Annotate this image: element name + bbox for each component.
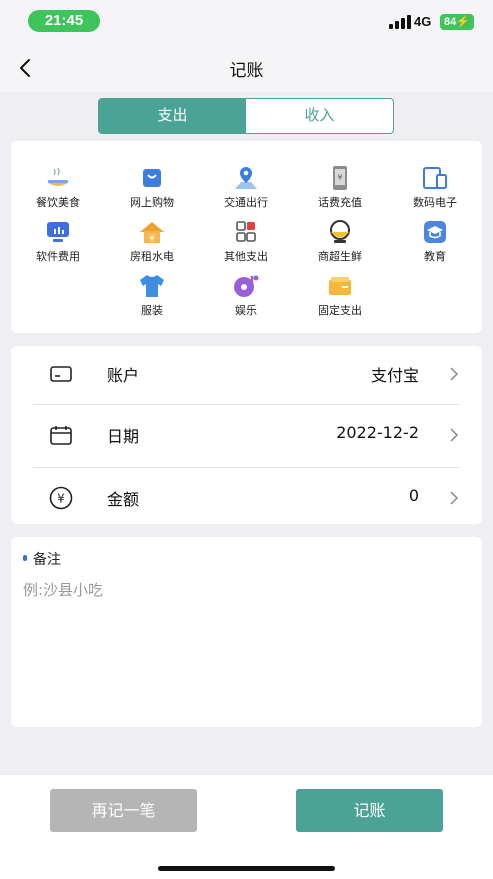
category-label: 其他支出 <box>224 250 268 263</box>
music-disc-icon <box>234 275 259 297</box>
category-label: 固定支出 <box>318 304 362 317</box>
category-label: 服装 <box>141 304 163 317</box>
battery-level: 84 <box>444 16 457 28</box>
category-label: 房租水电 <box>130 250 174 263</box>
grid-icon <box>236 221 256 242</box>
devices-icon <box>423 167 447 189</box>
category-label: 娱乐 <box>235 304 257 317</box>
category-label: 话费充值 <box>318 196 362 209</box>
category-education[interactable]: 教育 <box>395 219 475 264</box>
status-time: 21:45 <box>28 10 100 32</box>
graduation-cap-icon <box>424 221 446 243</box>
chevron-right-icon <box>450 428 459 442</box>
record-again-button[interactable]: 再记一笔 <box>50 789 197 832</box>
category-clothing[interactable]: 服装 <box>112 273 192 318</box>
home-indicator <box>158 866 335 871</box>
page-title: 记账 <box>229 61 264 81</box>
dining-icon <box>47 167 69 186</box>
divider <box>33 404 459 405</box>
status-bar: 21:45 4G 84⚡ <box>0 0 493 44</box>
network-label: 4G <box>414 14 432 29</box>
groceries-icon <box>330 220 350 243</box>
date-row[interactable]: 日期 2022-12-2 <box>11 407 482 465</box>
category-shopping[interactable]: 网上购物 <box>112 165 192 210</box>
category-entertainment[interactable]: 娱乐 <box>206 273 286 318</box>
category-label: 数码电子 <box>413 196 457 209</box>
date-label: 日期 <box>107 427 140 446</box>
account-row[interactable]: 账户 支付宝 <box>11 346 482 404</box>
bottom-action-bar: 再记一笔 记账 <box>0 775 493 879</box>
category-dining[interactable]: 餐饮美食 <box>18 165 98 210</box>
phone-topup-icon: ¥ <box>333 166 347 190</box>
yuan-circle-icon: ¥ <box>49 486 73 510</box>
category-label: 交通出行 <box>224 196 268 209</box>
svg-text:¥: ¥ <box>57 492 65 506</box>
chevron-right-icon <box>450 367 459 381</box>
tab-income[interactable]: 收入 <box>246 99 393 133</box>
shopping-bag-icon <box>143 169 161 187</box>
nav-bar: 记账 <box>0 44 493 92</box>
account-value: 支付宝 <box>370 366 419 385</box>
category-digital[interactable]: 数码电子 <box>395 165 475 210</box>
calendar-icon <box>50 426 72 445</box>
account-label: 账户 <box>107 366 140 385</box>
category-other[interactable]: 其他支出 <box>206 219 286 264</box>
tshirt-icon <box>140 275 164 297</box>
note-marker <box>23 555 27 561</box>
category-groceries[interactable]: 商超生鲜 <box>300 219 380 264</box>
entry-form: 账户 支付宝 日期 2022-12-2 ¥ 金额 0 <box>11 346 482 524</box>
note-section: 备注 <box>11 537 482 727</box>
type-segmented-control: 支出 收入 <box>98 98 394 134</box>
signal-icon <box>389 15 413 29</box>
divider <box>33 467 459 468</box>
note-input[interactable] <box>23 579 463 709</box>
tab-expense[interactable]: 支出 <box>99 99 246 133</box>
category-label: 教育 <box>424 250 446 263</box>
map-pin-icon <box>235 167 257 189</box>
category-phone-topup[interactable]: ¥ 话费充值 <box>300 165 380 210</box>
date-value: 2022-12-2 <box>336 423 419 442</box>
category-label: 餐饮美食 <box>36 196 80 209</box>
category-label: 软件费用 <box>36 250 80 263</box>
category-rent-utilities[interactable]: ¥ 房租水电 <box>112 219 192 264</box>
svg-text:¥: ¥ <box>337 173 342 182</box>
category-software[interactable]: 软件费用 <box>18 219 98 264</box>
house-icon: ¥ <box>140 222 164 244</box>
category-grid: 餐饮美食 网上购物 交通出行 ¥ 话费充值 数码电子 软件费用 ¥ 房租水电 其… <box>11 141 482 333</box>
amount-row[interactable]: ¥ 金额 0 <box>11 470 482 528</box>
card-icon <box>329 277 351 295</box>
software-icon <box>47 222 69 242</box>
category-label: 网上购物 <box>130 196 174 209</box>
save-button[interactable]: 记账 <box>296 789 443 832</box>
category-fixed[interactable]: 固定支出 <box>300 273 380 318</box>
category-label: 商超生鲜 <box>318 250 362 263</box>
amount-label: 金额 <box>107 490 140 509</box>
category-transport[interactable]: 交通出行 <box>206 165 286 210</box>
battery-icon: 84⚡ <box>440 14 474 30</box>
svg-text:¥: ¥ <box>149 234 155 244</box>
card-outline-icon <box>50 366 72 382</box>
amount-value: 0 <box>408 486 419 505</box>
note-label: 备注 <box>33 552 61 568</box>
chevron-right-icon <box>450 491 459 505</box>
